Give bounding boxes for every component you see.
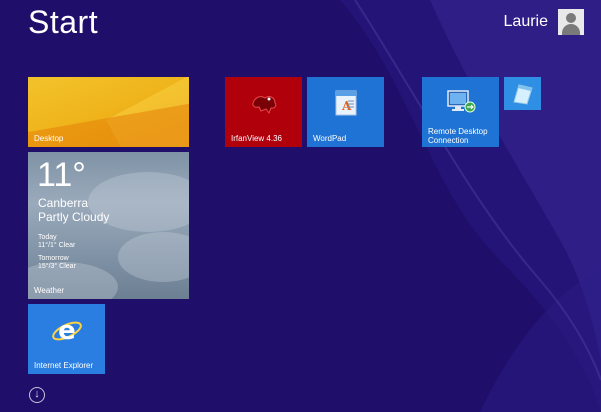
tile-label-irfanview: IrfanView 4.36 [231, 134, 282, 143]
page-title: Start [28, 4, 99, 40]
weather-temperature: 11° [37, 156, 86, 194]
notepad-icon [513, 84, 533, 105]
cloud-shape [118, 232, 189, 282]
tile-label-remote-desktop: Remote Desktop Connection [428, 127, 488, 145]
weather-tomorrow-label: Tomorrow [38, 255, 69, 262]
user-account[interactable]: Laurie [504, 9, 584, 35]
all-apps-down-arrow-icon[interactable]: ↓ [29, 387, 45, 403]
user-name: Laurie [503, 13, 548, 30]
weather-today-forecast: 11°/1° Clear [38, 242, 76, 249]
tile-irfanview[interactable]: IrfanView 4.36 [225, 77, 302, 147]
svg-text:e: e [58, 316, 76, 346]
tile-label-internet-explorer: Internet Explorer [34, 361, 94, 370]
weather-tomorrow-forecast: 15°/3° Clear [38, 263, 76, 270]
tile-internet-explorer[interactable]: e Internet Explorer [28, 304, 105, 374]
internet-explorer-icon: e [52, 316, 82, 346]
tile-label-wordpad: WordPad [313, 134, 347, 143]
tile-label-weather: Weather [34, 286, 65, 295]
weather-condition: Partly Cloudy [38, 210, 110, 224]
tile-wordpad[interactable]: A WordPad [307, 77, 384, 147]
weather-city: Canberra [38, 196, 89, 210]
tile-weather[interactable]: 11° Canberra Partly Cloudy Today 11°/1° … [28, 152, 189, 299]
tile-notepad[interactable] [504, 77, 541, 110]
tile-label-desktop: Desktop [34, 134, 64, 143]
tile-desktop[interactable]: Desktop [28, 77, 189, 147]
tile-remote-desktop-connection[interactable]: Remote Desktop Connection [422, 77, 499, 147]
user-avatar-icon[interactable] [558, 9, 584, 35]
wordpad-icon: A [335, 90, 357, 116]
remote-desktop-icon [447, 90, 476, 113]
irfanview-icon [252, 96, 277, 115]
weather-today-label: Today [38, 234, 57, 241]
